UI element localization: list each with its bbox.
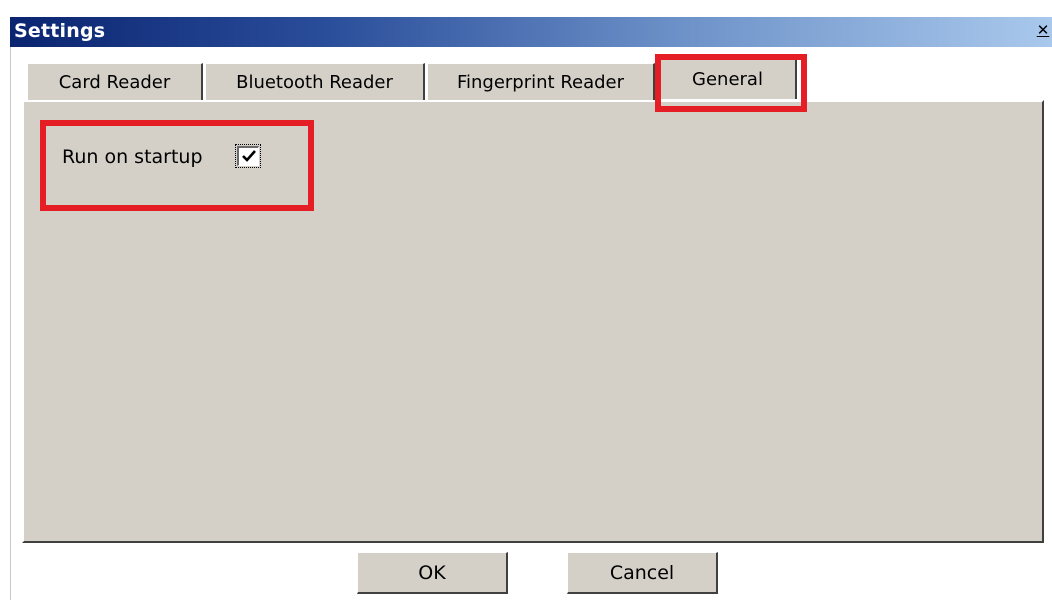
window-title: Settings <box>14 20 106 42</box>
window-left-border <box>10 47 11 600</box>
tab-general[interactable]: General <box>659 58 797 99</box>
run-on-startup-checkbox[interactable] <box>235 144 261 168</box>
close-icon[interactable]: ✕ <box>1036 21 1050 39</box>
tab-fingerprint-reader[interactable]: Fingerprint Reader <box>427 63 655 100</box>
settings-window: Settings ✕ Card Reader Bluetooth Reader … <box>0 0 1052 600</box>
ok-button[interactable]: OK <box>357 552 508 594</box>
title-bar[interactable]: Settings ✕ <box>10 17 1052 47</box>
tab-card-reader[interactable]: Card Reader <box>27 63 203 100</box>
cancel-button[interactable]: Cancel <box>567 552 718 594</box>
tab-bluetooth-reader[interactable]: Bluetooth Reader <box>205 63 425 100</box>
run-on-startup-label: Run on startup <box>62 146 203 168</box>
check-icon <box>242 150 256 162</box>
